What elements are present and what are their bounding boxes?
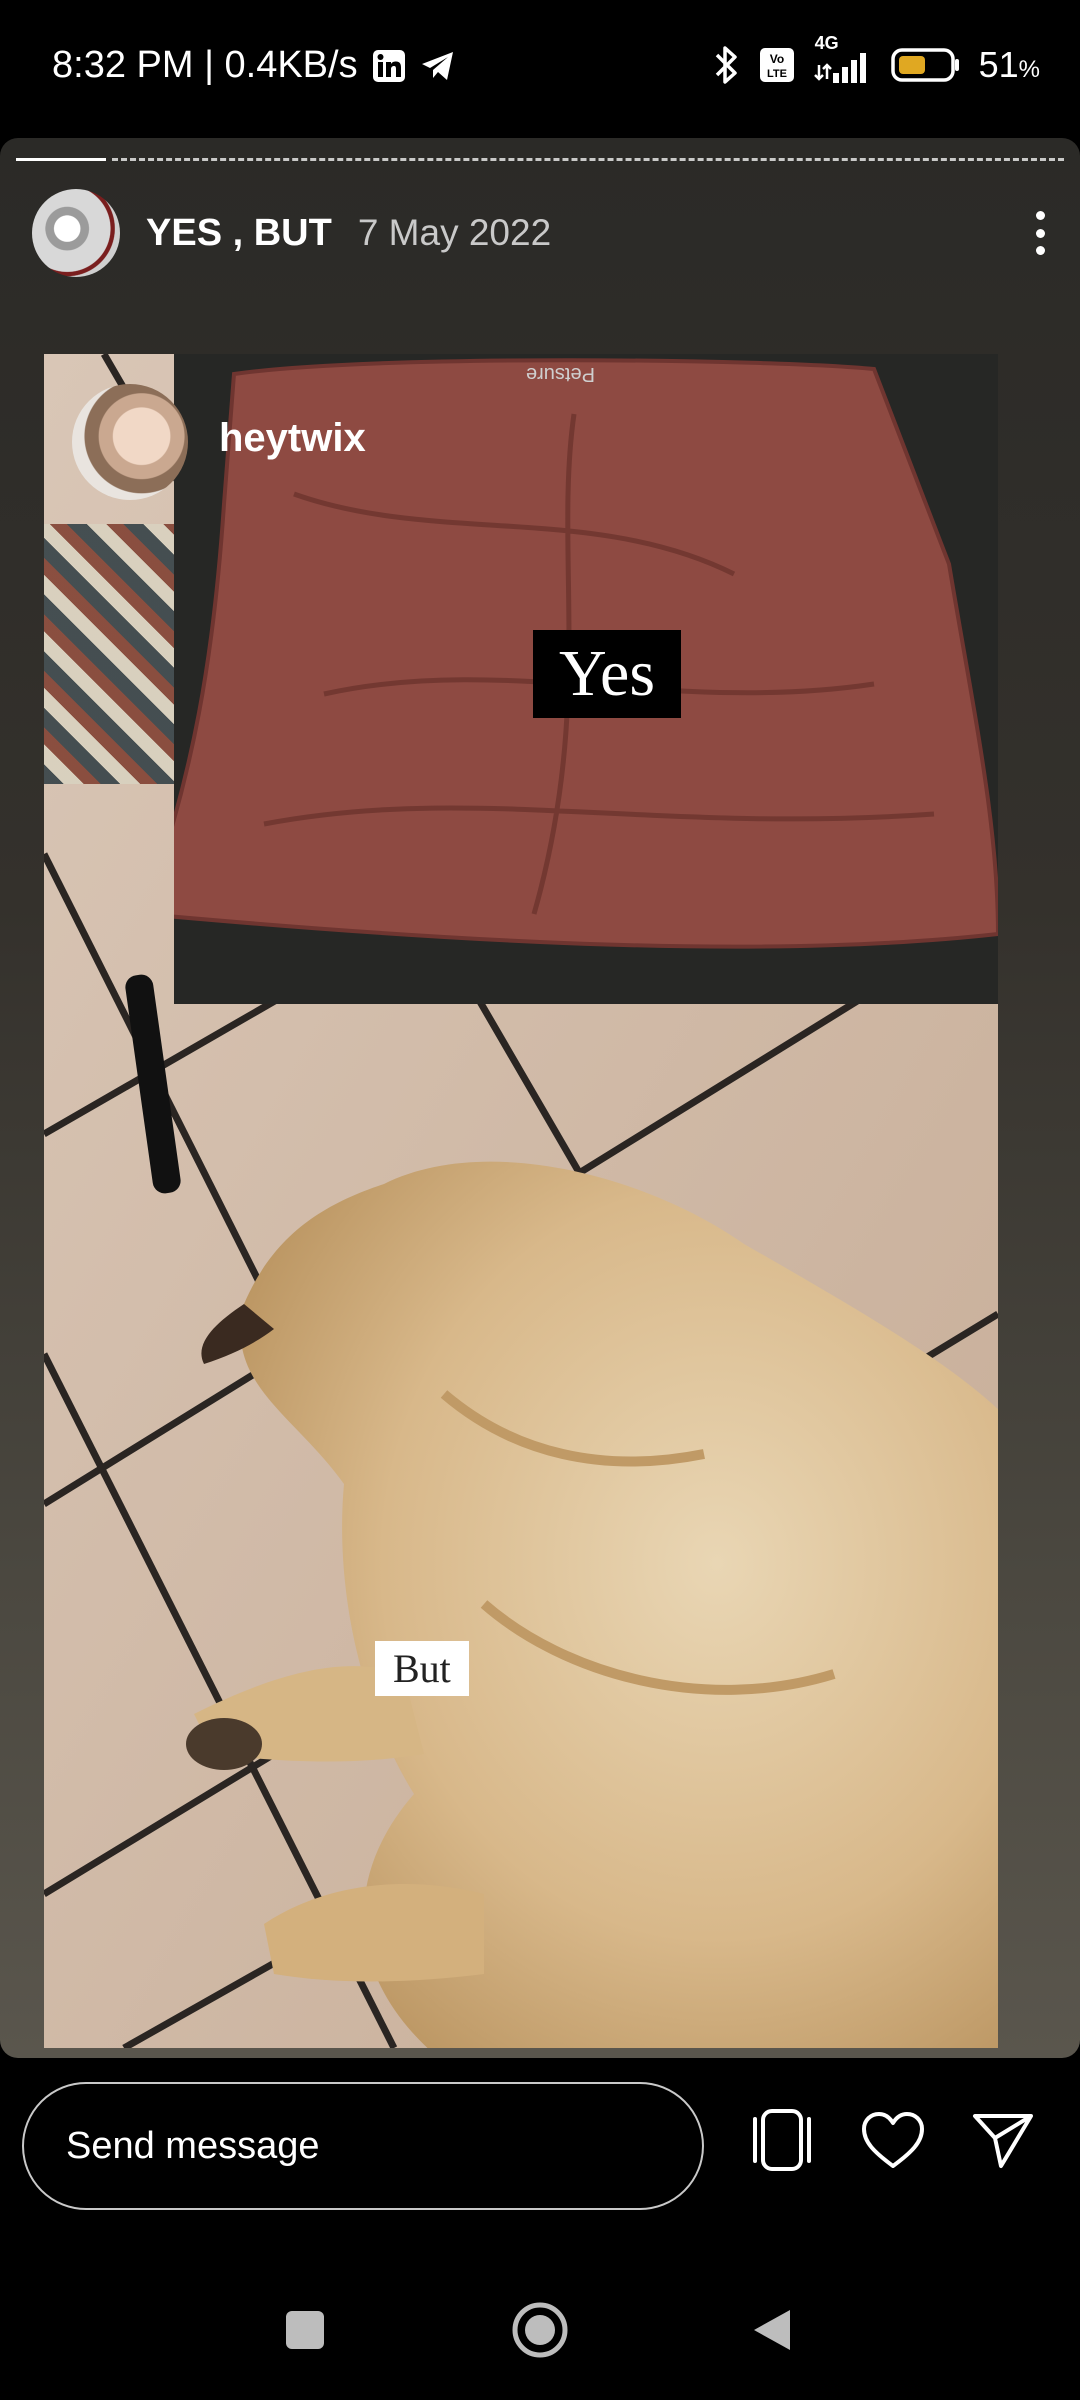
but-caption: But <box>375 1641 469 1696</box>
bed-brand-label: Petsure <box>526 363 595 385</box>
time-and-speed: 8:32 PM | 0.4KB/s <box>52 44 358 86</box>
overlay-username: heytwix <box>219 416 366 460</box>
status-right: Vo LTE 4G 51% <box>711 33 1040 86</box>
progress-segment-viewed <box>16 158 106 162</box>
telegram-icon <box>420 49 456 83</box>
reply-bar: Send message <box>0 2060 1080 2235</box>
battery-icon <box>890 47 961 83</box>
nav-bar <box>0 2260 1080 2400</box>
story-header: YES , BUT 7 May 2022 <box>32 188 1050 278</box>
back-button[interactable] <box>732 2290 812 2370</box>
svg-text:LTE: LTE <box>767 68 787 80</box>
status-left: 8:32 PM | 0.4KB/s <box>52 44 456 87</box>
battery-percent: 51% <box>978 44 1040 85</box>
yes-caption: Yes <box>533 630 682 718</box>
home-button[interactable] <box>500 2290 580 2370</box>
svg-text:Vo: Vo <box>769 52 783 66</box>
story-title[interactable]: YES , BUT <box>146 212 332 255</box>
send-icon[interactable] <box>963 2100 1043 2180</box>
network-type: 4G <box>814 33 839 53</box>
heart-icon[interactable] <box>853 2100 933 2180</box>
story-photo: Petsure heytwix Yes But <box>44 354 998 2048</box>
story-viewer[interactable]: YES , BUT 7 May 2022 Petsure heytwix Yes… <box>0 138 1080 2058</box>
signal-icon: 4G <box>813 33 873 85</box>
status-bar: 8:32 PM | 0.4KB/s Vo LTE 4G 51% <box>0 0 1080 135</box>
overlay-avatar <box>72 384 188 500</box>
progress-segment-remaining <box>112 158 1064 162</box>
story-progress <box>16 158 1064 162</box>
more-options-icon[interactable] <box>1030 203 1050 263</box>
dog-illustration <box>186 1161 998 2048</box>
story-date: 7 May 2022 <box>357 212 552 253</box>
story-avatar[interactable] <box>32 189 120 277</box>
send-message-input[interactable]: Send message <box>22 2082 704 2210</box>
volte-icon: Vo LTE <box>759 47 795 83</box>
linkedin-icon <box>372 49 406 83</box>
bluetooth-icon <box>711 45 741 85</box>
recents-button[interactable] <box>265 2290 345 2370</box>
tagged-icon[interactable] <box>742 2100 822 2180</box>
